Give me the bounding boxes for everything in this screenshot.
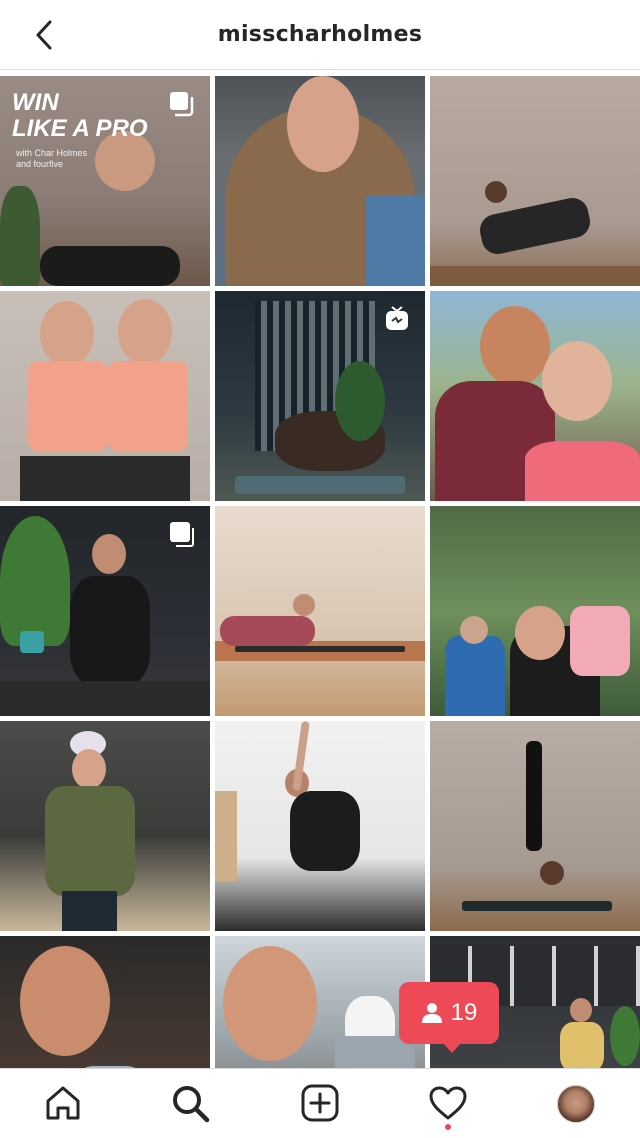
post-overlay-title: WIN LIKE A PRO — [12, 89, 148, 142]
post-image — [430, 721, 640, 931]
post-image — [430, 76, 640, 286]
new-post-icon — [301, 1084, 339, 1122]
post-image — [215, 721, 425, 931]
page-title: misscharholmes — [217, 22, 423, 47]
post-thumbnail[interactable] — [430, 721, 640, 931]
post-image — [430, 291, 640, 501]
post-thumbnail[interactable] — [0, 291, 210, 501]
post-thumbnail[interactable] — [0, 721, 210, 931]
tab-new-post[interactable] — [300, 1083, 340, 1123]
post-overlay-subtitle: with Char Holmes and fourfive — [16, 148, 88, 169]
notification-count: 19 — [450, 999, 478, 1026]
post-thumbnail[interactable] — [215, 506, 425, 716]
bottom-tab-bar — [0, 1068, 640, 1138]
post-thumbnail[interactable] — [215, 721, 425, 931]
back-button[interactable] — [26, 17, 62, 53]
tab-home[interactable] — [43, 1083, 83, 1123]
post-image — [215, 76, 425, 286]
home-icon — [46, 1086, 80, 1120]
post-thumbnail[interactable] — [215, 76, 425, 286]
chevron-left-icon — [36, 20, 52, 50]
post-image — [0, 291, 210, 501]
post-thumbnail[interactable] — [0, 936, 210, 1068]
post-thumbnail[interactable] — [430, 291, 640, 501]
search-icon — [173, 1086, 210, 1123]
post-image — [215, 936, 425, 1068]
post-image — [0, 721, 210, 931]
profile-avatar[interactable] — [557, 1085, 595, 1123]
video-icon — [170, 522, 194, 547]
post-thumbnail[interactable] — [215, 936, 425, 1068]
post-image — [430, 506, 640, 716]
followers-notification-badge[interactable]: 19 — [399, 982, 499, 1053]
tab-activity[interactable] — [428, 1083, 468, 1123]
post-thumbnail[interactable] — [430, 76, 640, 286]
post-thumbnail[interactable]: WIN LIKE A PRO with Char Holmes and four… — [0, 76, 210, 286]
igtv-icon — [386, 306, 408, 330]
heart-icon — [429, 1086, 467, 1120]
profile-header: misscharholmes — [0, 0, 640, 70]
post-thumbnail[interactable] — [430, 506, 640, 716]
posts-grid: WIN LIKE A PRO with Char Holmes and four… — [0, 76, 640, 1068]
post-thumbnail[interactable] — [0, 506, 210, 716]
tab-search[interactable] — [170, 1083, 210, 1123]
post-image — [0, 936, 210, 1068]
activity-indicator-dot — [445, 1124, 451, 1130]
multiple-icon — [170, 92, 194, 117]
person-icon — [421, 1003, 442, 1023]
post-image — [215, 506, 425, 716]
post-thumbnail[interactable] — [215, 291, 425, 501]
